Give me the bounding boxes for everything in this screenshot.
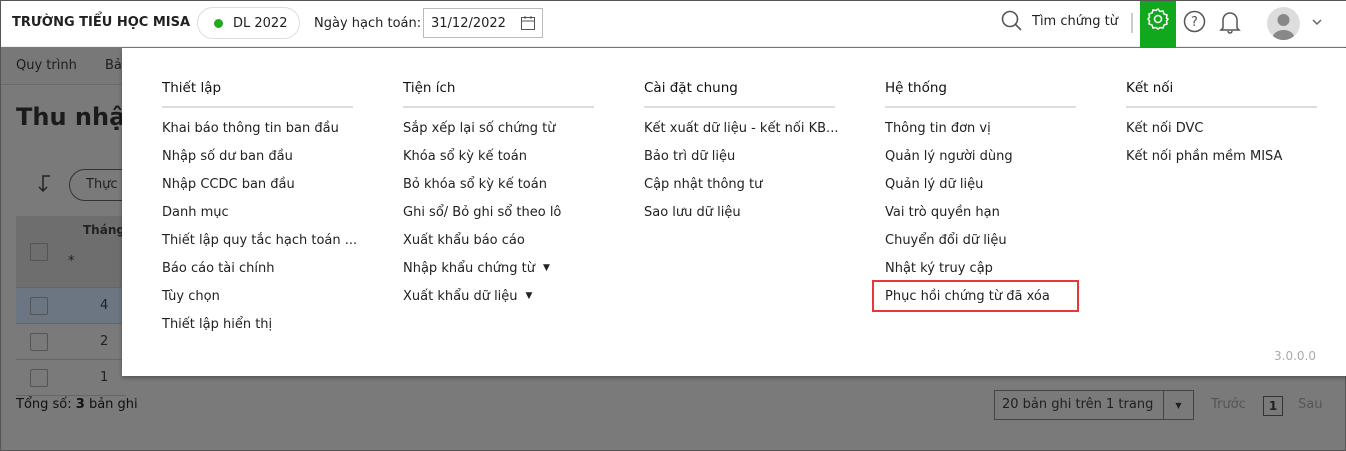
status-dot-icon xyxy=(214,18,223,28)
brand-name: TRƯỜNG TIỂU HỌC MISA xyxy=(12,15,191,30)
total-records: Tổng số: 3 bản ghi xyxy=(16,397,138,412)
menu-column-setup: Thiết lập Khai báo thông tin ban đầu Nhậ… xyxy=(162,79,357,338)
menu-item-restore-deleted[interactable]: Phục hồi chứng từ đã xóa xyxy=(872,280,1079,312)
page-size-value: 20 bản ghi trên 1 trang xyxy=(1002,397,1154,412)
svg-text:?: ? xyxy=(1191,15,1198,30)
caret-down-icon: ▼ xyxy=(543,263,550,273)
posting-date-input[interactable]: 31/12/2022 xyxy=(423,8,543,38)
gear-icon xyxy=(1147,7,1170,30)
column-title: Thiết lập xyxy=(162,79,353,108)
menu-item[interactable]: Vai trò quyền hạn xyxy=(885,198,1076,226)
caret-down-icon: ▼ xyxy=(525,291,533,301)
settings-button[interactable] xyxy=(1140,1,1176,58)
cell-month: 1 xyxy=(100,370,109,385)
row-checkbox[interactable] xyxy=(30,332,48,351)
cell-month: 4 xyxy=(100,298,109,313)
menu-item[interactable]: Nhập CCDC ban đầu xyxy=(162,170,353,198)
table-row[interactable]: 4 xyxy=(16,288,126,324)
row-checkbox[interactable] xyxy=(30,368,48,387)
menu-item[interactable]: Báo cáo tài chính xyxy=(162,254,353,282)
filter-star: * xyxy=(68,254,75,269)
table-row[interactable]: 1 xyxy=(16,360,126,396)
menu-item[interactable]: Thông tin đơn vị xyxy=(885,114,1076,142)
menu-item[interactable]: Sao lưu dữ liệu xyxy=(644,198,835,226)
sort-icon[interactable] xyxy=(35,174,53,194)
search-label: Tìm chứng từ xyxy=(1032,13,1118,29)
total-prefix: Tổng số: xyxy=(16,397,72,412)
column-title: Tiện ích xyxy=(403,79,594,108)
dropdown-arrow-icon[interactable]: ▼ xyxy=(1163,391,1193,419)
menu-item[interactable]: Thiết lập hiển thị xyxy=(162,310,353,338)
menu-column-utilities: Tiện ích Sắp xếp lại số chứng từ Khóa sổ… xyxy=(403,79,594,310)
column-title: Kết nối xyxy=(1126,79,1317,108)
menu-item[interactable]: Kết nối DVC xyxy=(1126,114,1317,142)
menu-item[interactable]: Ghi sổ/ Bỏ ghi sổ theo lô xyxy=(403,198,594,226)
total-suffix: bản ghi xyxy=(88,397,138,412)
menu-item[interactable]: Tùy chọn xyxy=(162,282,353,310)
menu-item[interactable]: Quản lý dữ liệu xyxy=(885,170,1076,198)
menu-item-label: Nhập khẩu chứng từ xyxy=(403,260,536,276)
top-bar: TRƯỜNG TIỂU HỌC MISA DL 2022 Ngày hạch t… xyxy=(1,1,1346,58)
menu-column-general: Cài đặt chung Kết xuất dữ liệu - kết nối… xyxy=(644,79,838,226)
chevron-down-icon[interactable] xyxy=(1311,18,1323,26)
version-label: 3.0.0.0 xyxy=(1274,349,1316,363)
select-all-checkbox[interactable] xyxy=(30,242,48,261)
menu-item-export[interactable]: Xuất khẩu dữ liệu ▼ xyxy=(403,282,594,310)
current-page[interactable]: 1 xyxy=(1263,396,1283,416)
menu-item[interactable]: Sắp xếp lại số chứng từ xyxy=(403,114,594,142)
prev-page-button[interactable]: Trước xyxy=(1211,397,1246,412)
menu-item[interactable]: Khóa sổ kỳ kế toán xyxy=(403,142,594,170)
search-documents[interactable]: Tìm chứng từ xyxy=(1001,10,1118,32)
menu-item-label: Xuất khẩu dữ liệu xyxy=(403,288,518,304)
data-table: Tháng * 4 2 1 xyxy=(16,216,126,396)
date-label: Ngày hạch toán: xyxy=(314,16,422,31)
cell-month: 2 xyxy=(100,334,109,349)
dataset-label: DL 2022 xyxy=(233,15,288,31)
total-count: 3 xyxy=(75,397,85,412)
table-row[interactable]: 2 xyxy=(16,324,126,360)
user-icon xyxy=(1272,14,1295,40)
divider xyxy=(1131,13,1133,33)
menu-item[interactable]: Khai báo thông tin ban đầu xyxy=(162,114,353,142)
menu-item[interactable]: Cập nhật thông tư xyxy=(644,170,835,198)
column-title: Cài đặt chung xyxy=(644,79,835,108)
bell-icon[interactable] xyxy=(1219,10,1241,34)
menu-item-import[interactable]: Nhập khẩu chứng từ ▼ xyxy=(403,254,594,282)
column-title: Hệ thống xyxy=(885,79,1076,108)
help-icon[interactable]: ? xyxy=(1183,10,1206,33)
menu-item[interactable]: Quản lý người dùng xyxy=(885,142,1076,170)
row-checkbox[interactable] xyxy=(30,296,48,315)
avatar[interactable] xyxy=(1267,7,1300,40)
table-header: Tháng * xyxy=(16,216,126,288)
menu-item[interactable]: Thiết lập quy tắc hạch toán ... xyxy=(162,226,357,254)
column-header-month: Tháng xyxy=(83,223,125,237)
menu-item[interactable]: Kết xuất dữ liệu - kết nối KB... xyxy=(644,114,838,142)
page-size-select[interactable]: 20 bản ghi trên 1 trang ▼ xyxy=(994,390,1194,420)
filter-chip-label: Thực xyxy=(86,177,118,192)
menu-item[interactable]: Nhập số dư ban đầu xyxy=(162,142,353,170)
menu-item[interactable]: Kết nối phần mềm MISA xyxy=(1126,142,1317,170)
nav-item-other[interactable]: Bả xyxy=(105,58,122,73)
menu-item[interactable]: Bảo trì dữ liệu xyxy=(644,142,835,170)
menu-item[interactable]: Chuyển đổi dữ liệu xyxy=(885,226,1076,254)
menu-column-system: Hệ thống Thông tin đơn vị Quản lý người … xyxy=(872,79,1079,312)
next-page-button[interactable]: Sau xyxy=(1298,397,1322,412)
calendar-icon xyxy=(521,16,535,30)
menu-item[interactable]: Bỏ khóa sổ kỳ kế toán xyxy=(403,170,594,198)
menu-item[interactable]: Nhật ký truy cập xyxy=(885,254,1076,282)
settings-menu-panel: Thiết lập Khai báo thông tin ban đầu Nhậ… xyxy=(122,48,1346,376)
search-icon xyxy=(1001,10,1022,31)
menu-item[interactable]: Danh mục xyxy=(162,198,353,226)
menu-item[interactable]: Xuất khẩu báo cáo xyxy=(403,226,594,254)
dataset-selector[interactable]: DL 2022 xyxy=(197,7,300,39)
date-value: 31/12/2022 xyxy=(431,15,506,31)
nav-item-process[interactable]: Quy trình xyxy=(16,58,77,73)
menu-column-connect: Kết nối Kết nối DVC Kết nối phần mềm MIS… xyxy=(1126,79,1317,170)
